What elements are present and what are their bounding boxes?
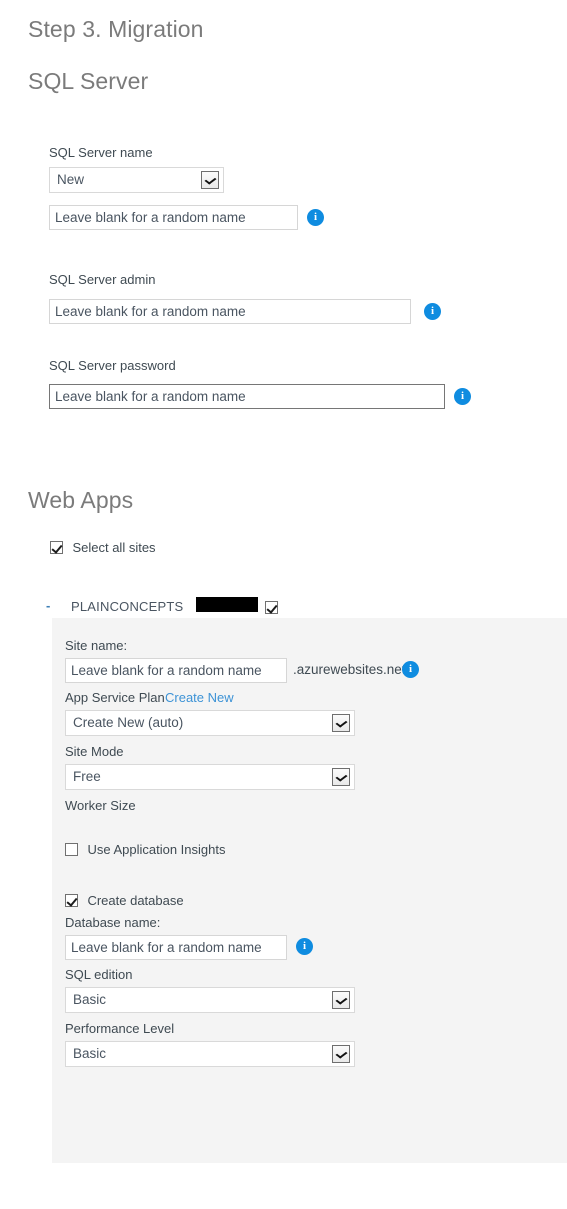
select-sql-edition[interactable]: Basic [65, 987, 355, 1013]
checkbox-create-database[interactable] [65, 894, 78, 907]
checkbox-site-selected[interactable] [265, 601, 278, 614]
label-performance-level: Performance Level [65, 1021, 175, 1036]
label-sql-edition: SQL edition [65, 967, 133, 982]
link-create-new-app-service-plan[interactable]: Create New [165, 690, 234, 705]
checkbox-select-all-sites[interactable] [50, 541, 63, 554]
checkbox-row-use-application-insights[interactable]: Use Application Insights [65, 841, 225, 859]
input-site-name[interactable]: Leave blank for a random name [65, 658, 287, 683]
info-icon-sql-server-name[interactable]: i [307, 209, 324, 226]
select-app-service-plan[interactable]: Create New (auto) [65, 710, 355, 736]
select-sql-server-name-value: New [57, 172, 85, 187]
site-name-domain-suffix: .azurewebsites.net [293, 662, 406, 677]
expand-collapse-toggle-site[interactable]: - [46, 598, 50, 613]
checkbox-use-application-insights[interactable] [65, 843, 78, 856]
site-group-title: PLAINCONCEPTS [71, 599, 184, 614]
redacted-block [196, 597, 258, 612]
label-app-service-plan: App Service Plan [65, 690, 165, 705]
label-create-database: Create database [87, 893, 184, 908]
select-site-mode[interactable]: Free [65, 764, 355, 790]
label-sql-server-name: SQL Server name [49, 145, 153, 160]
input-database-name[interactable]: Leave blank for a random name [65, 935, 287, 960]
input-sql-server-password[interactable]: Leave blank for a random name [49, 384, 445, 409]
chevron-down-icon[interactable] [201, 171, 219, 189]
label-sql-server-admin: SQL Server admin [49, 272, 156, 287]
chevron-down-icon[interactable] [332, 768, 350, 786]
label-site-name: Site name: [65, 638, 128, 653]
input-sql-server-admin[interactable]: Leave blank for a random name [49, 299, 411, 324]
select-sql-edition-value: Basic [73, 992, 107, 1007]
checkbox-row-site[interactable] [265, 599, 278, 617]
label-select-all-sites: Select all sites [72, 540, 156, 555]
select-performance-level[interactable]: Basic [65, 1041, 355, 1067]
label-sql-server-password: SQL Server password [49, 358, 176, 373]
section-heading-sql-server: SQL Server [28, 68, 149, 94]
select-app-service-plan-value: Create New (auto) [73, 715, 184, 730]
chevron-down-icon[interactable] [332, 1045, 350, 1063]
page-title-step: Step 3. Migration [28, 16, 204, 42]
info-icon-site-name[interactable]: i [402, 661, 419, 678]
chevron-down-icon[interactable] [332, 991, 350, 1009]
select-site-mode-value: Free [73, 769, 101, 784]
info-icon-database-name[interactable]: i [296, 938, 313, 955]
info-icon-sql-server-admin[interactable]: i [424, 303, 441, 320]
section-heading-web-apps: Web Apps [28, 487, 134, 513]
label-worker-size: Worker Size [65, 798, 136, 813]
label-site-mode: Site Mode [65, 744, 124, 759]
site-settings-panel: Site name: Leave blank for a random name… [52, 618, 567, 1163]
label-database-name: Database name: [65, 915, 161, 930]
select-performance-level-value: Basic [73, 1046, 107, 1061]
label-use-application-insights: Use Application Insights [87, 842, 226, 857]
chevron-down-icon[interactable] [332, 714, 350, 732]
input-sql-server-name[interactable]: Leave blank for a random name [49, 205, 298, 230]
checkbox-row-create-database[interactable]: Create database [65, 892, 184, 910]
checkbox-row-select-all-sites[interactable]: Select all sites [50, 539, 156, 557]
select-sql-server-name[interactable]: New [49, 167, 224, 193]
info-icon-sql-server-password[interactable]: i [454, 388, 471, 405]
